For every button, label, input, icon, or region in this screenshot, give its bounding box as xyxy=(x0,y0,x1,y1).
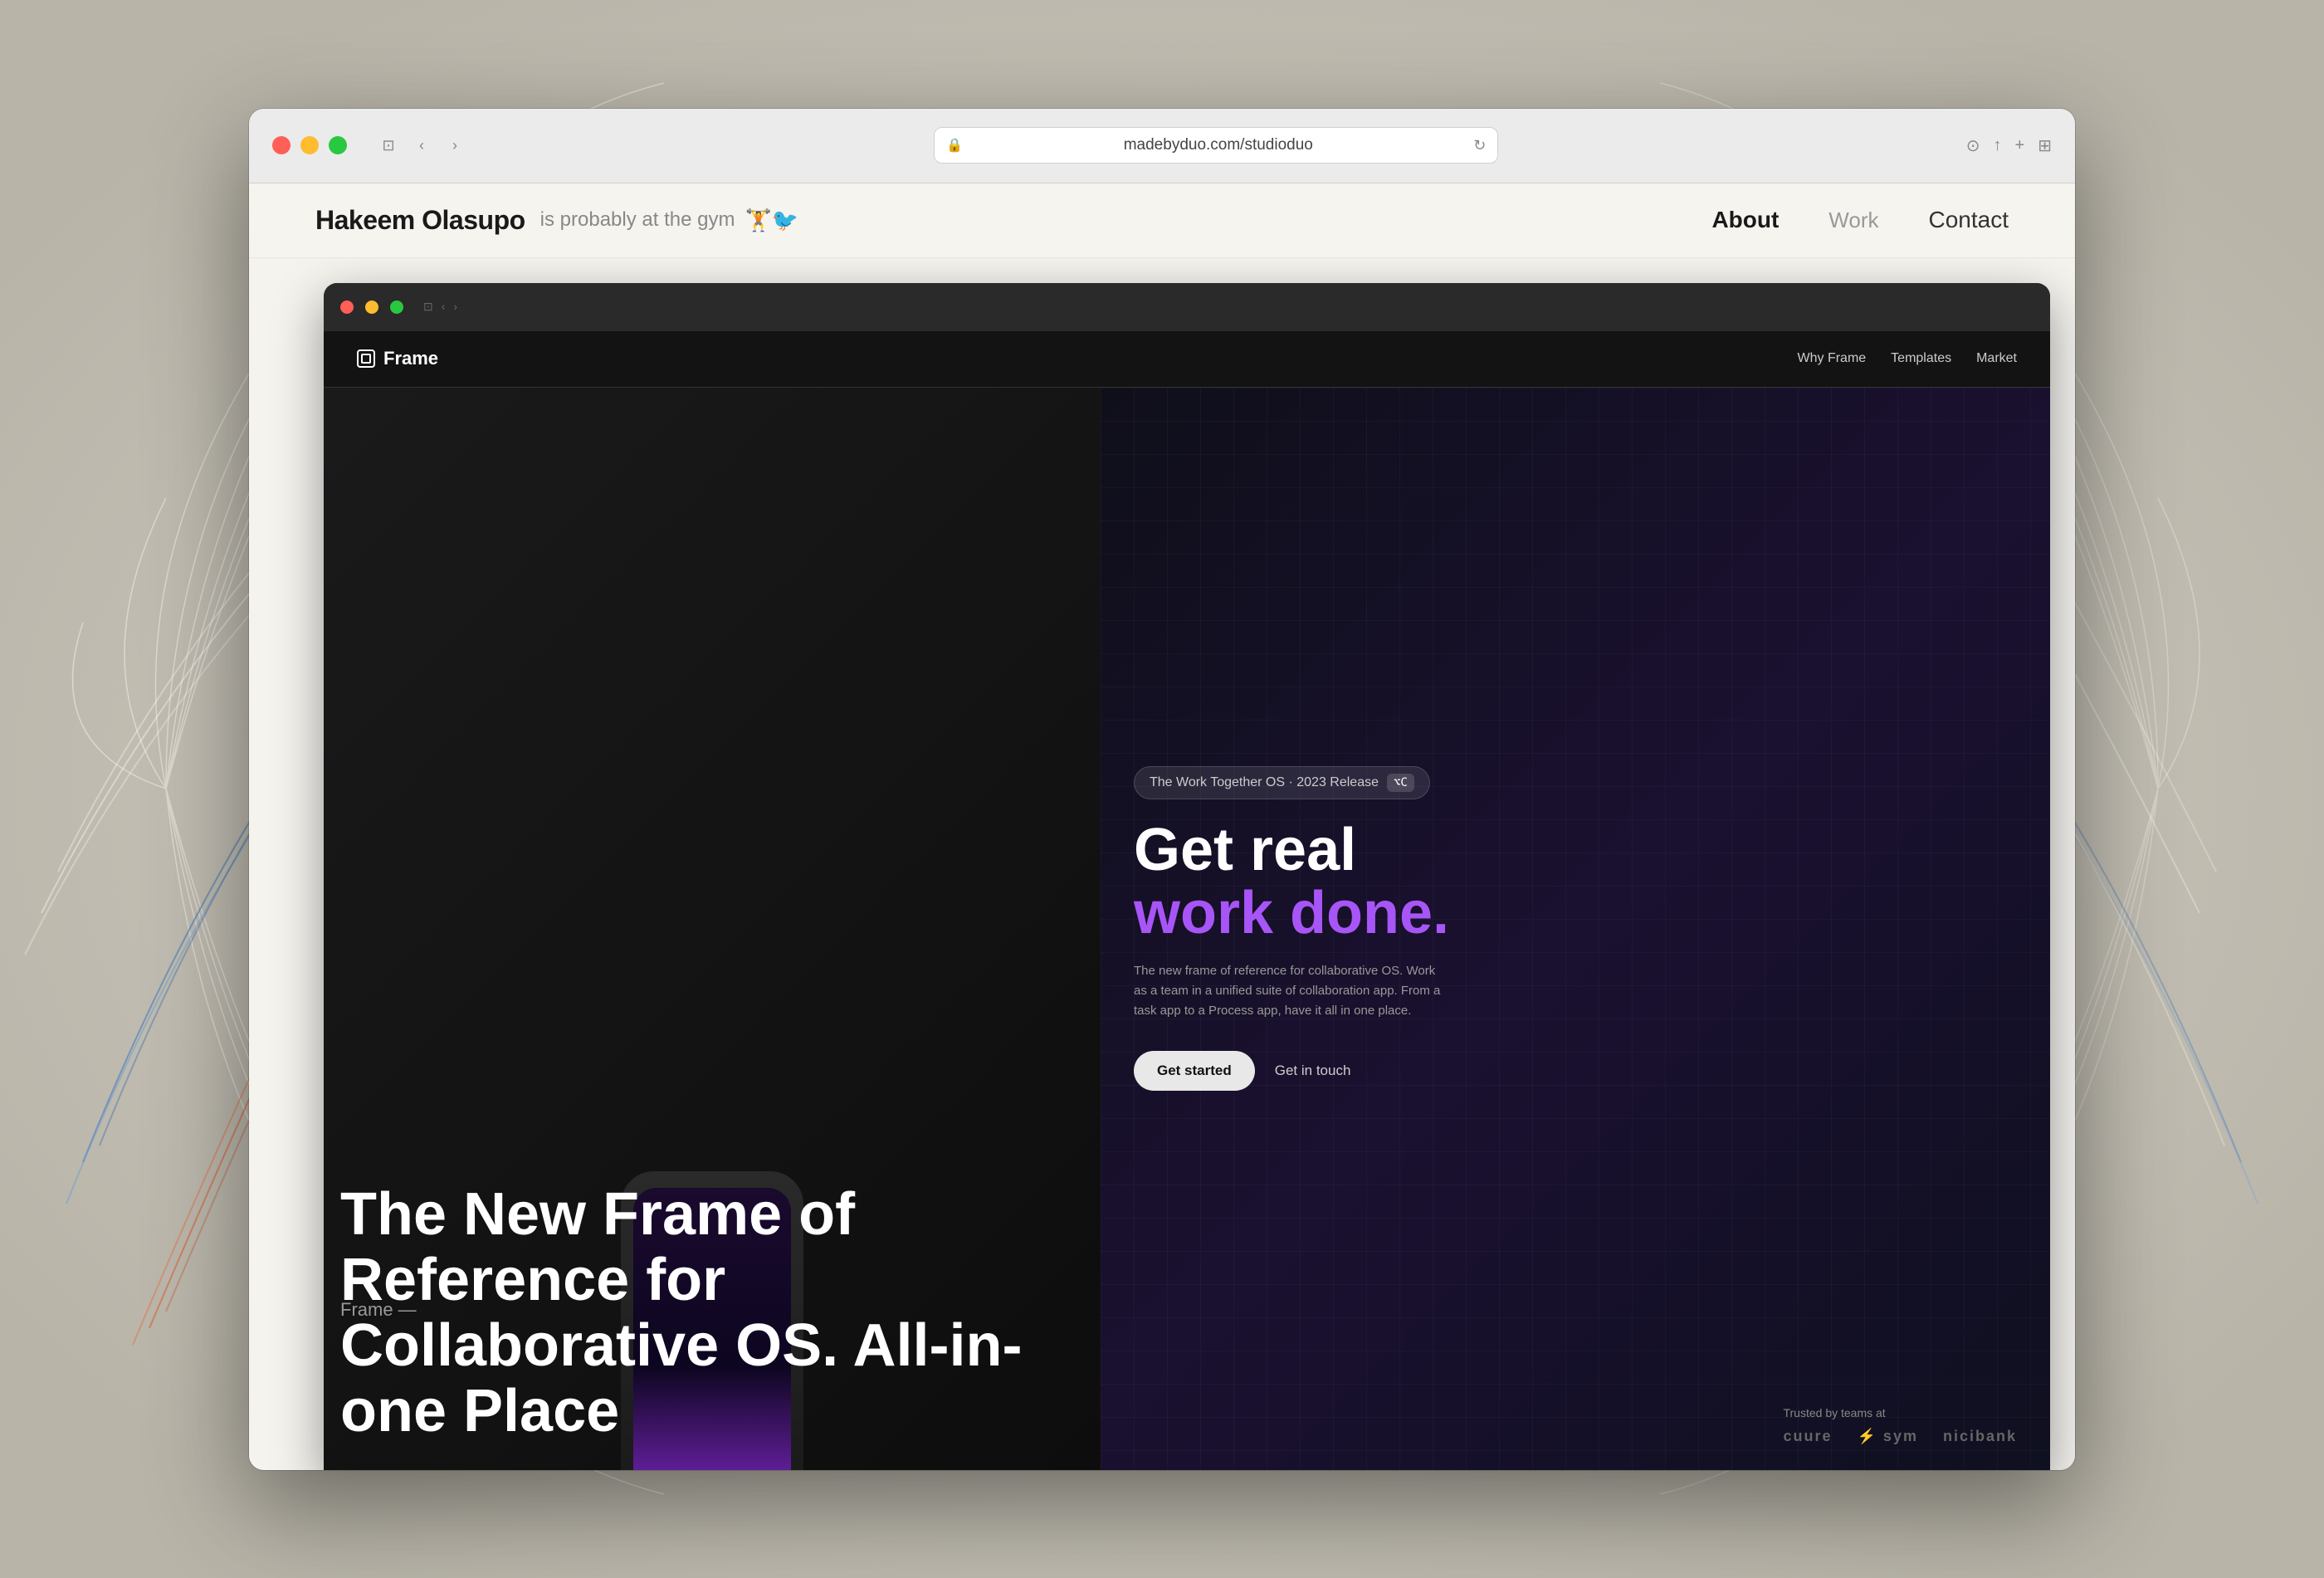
forward-button[interactable]: › xyxy=(443,134,466,157)
minimize-button[interactable] xyxy=(300,136,319,154)
emoji-icons: 🏋️🐦 xyxy=(745,208,798,233)
new-tab-icon[interactable]: + xyxy=(2015,136,2025,155)
inner-chrome: ⊡ ‹ › xyxy=(324,283,2050,331)
trusted-logo-cuure: cuure xyxy=(1783,1428,1832,1445)
address-bar[interactable]: 🔒 madebyduo.com/studioduo ↻ xyxy=(934,127,1498,164)
nav-contact[interactable]: Contact xyxy=(1929,207,2009,233)
frame-nav-why[interactable]: Why Frame xyxy=(1798,351,1867,366)
get-in-touch-button[interactable]: Get in touch xyxy=(1275,1063,1351,1079)
frame-cta-row: Get started Get in touch xyxy=(1134,1051,2009,1091)
overlay-title-line2: Collaborative OS. All-in-one Place xyxy=(340,1313,1087,1444)
traffic-lights xyxy=(272,136,347,154)
browser-chrome: ⊡ ‹ › 🔒 madebyduo.com/studioduo ↻ ⊙ ↑ + … xyxy=(249,109,2075,183)
sidebar-toggle-icon[interactable]: ⊡ xyxy=(377,134,400,157)
browser-window: ⊡ ‹ › 🔒 madebyduo.com/studioduo ↻ ⊙ ↑ + … xyxy=(249,109,2075,1470)
tabs-icon[interactable]: ⊞ xyxy=(2038,135,2052,156)
frame-hero-title: Get real work done. xyxy=(1134,819,2009,945)
close-button[interactable] xyxy=(272,136,290,154)
frame-logo-text: Frame xyxy=(383,348,438,369)
frame-header: Frame Why Frame Templates Market xyxy=(324,331,2050,388)
trusted-logo-sym: ⚡ sym xyxy=(1858,1428,1918,1445)
inner-nav-buttons: ⊡ ‹ › xyxy=(423,300,457,314)
back-button[interactable]: ‹ xyxy=(410,134,433,157)
site-header: Hakeem Olasupo is probably at the gym 🏋️… xyxy=(249,183,2075,258)
inner-back-icon: ‹ xyxy=(442,300,446,314)
inner-minimize xyxy=(365,300,378,314)
lock-icon: 🔒 xyxy=(946,137,963,154)
trusted-section: Trusted by teams at cuure ⚡ sym nicibank xyxy=(1783,1406,2017,1445)
site-logo: Hakeem Olasupo is probably at the gym 🏋️… xyxy=(315,205,1711,236)
inner-maximize xyxy=(390,300,403,314)
site-tagline: is probably at the gym xyxy=(540,208,735,232)
frame-nav-market[interactable]: Market xyxy=(1976,351,2017,366)
url-text: madebyduo.com/studioduo xyxy=(969,136,1467,154)
get-started-button[interactable]: Get started xyxy=(1134,1051,1255,1091)
maximize-button[interactable] xyxy=(329,136,347,154)
frame-nav-templates[interactable]: Templates xyxy=(1891,351,1951,366)
badge-kbd: ⌥C xyxy=(1387,774,1414,792)
browser-actions: ⊙ ↑ + ⊞ xyxy=(1966,135,2052,156)
trusted-label: Trusted by teams at xyxy=(1783,1406,2017,1419)
inner-sidebar-icon: ⊡ xyxy=(423,300,433,314)
overlay-title: The New Frame of Reference for Collabora… xyxy=(340,1182,1087,1445)
trusted-logos: cuure ⚡ sym nicibank xyxy=(1783,1428,2017,1445)
nav-work[interactable]: Work xyxy=(1828,208,1878,233)
frame-hero-right: The Work Together OS · 2023 Release ⌥C G… xyxy=(1101,388,2050,1470)
reader-view-icon[interactable]: ⊙ xyxy=(1966,135,1980,156)
share-icon[interactable]: ↑ xyxy=(1994,136,2002,155)
trusted-logo-nicibank: nicibank xyxy=(1943,1428,2017,1445)
frame-logo-icon xyxy=(357,349,375,368)
frame-badge: The Work Together OS · 2023 Release ⌥C xyxy=(1134,766,1430,799)
browser-controls: ⊡ ‹ › xyxy=(377,134,466,157)
frame-title-line2: work done. xyxy=(1134,882,2009,945)
site-name: Hakeem Olasupo xyxy=(315,205,525,236)
refresh-icon[interactable]: ↻ xyxy=(1473,137,1486,154)
frame-title-line1: Get real xyxy=(1134,819,2009,882)
inner-forward-icon: › xyxy=(453,300,457,314)
overlay-title-line1: The New Frame of Reference for xyxy=(340,1182,1087,1313)
address-bar-wrapper: 🔒 madebyduo.com/studioduo ↻ xyxy=(483,127,1950,164)
badge-text: The Work Together OS · 2023 Release xyxy=(1150,775,1379,790)
frame-description: The new frame of reference for collabora… xyxy=(1134,961,1449,1021)
website-content: Hakeem Olasupo is probably at the gym 🏋️… xyxy=(249,183,2075,1470)
nav-about[interactable]: About xyxy=(1711,207,1779,233)
site-nav: About Work Contact xyxy=(1711,207,2009,233)
frame-logo: Frame xyxy=(357,348,438,369)
main-content: ⊡ ‹ › Frame xyxy=(249,258,2075,1470)
inner-close xyxy=(340,300,354,314)
